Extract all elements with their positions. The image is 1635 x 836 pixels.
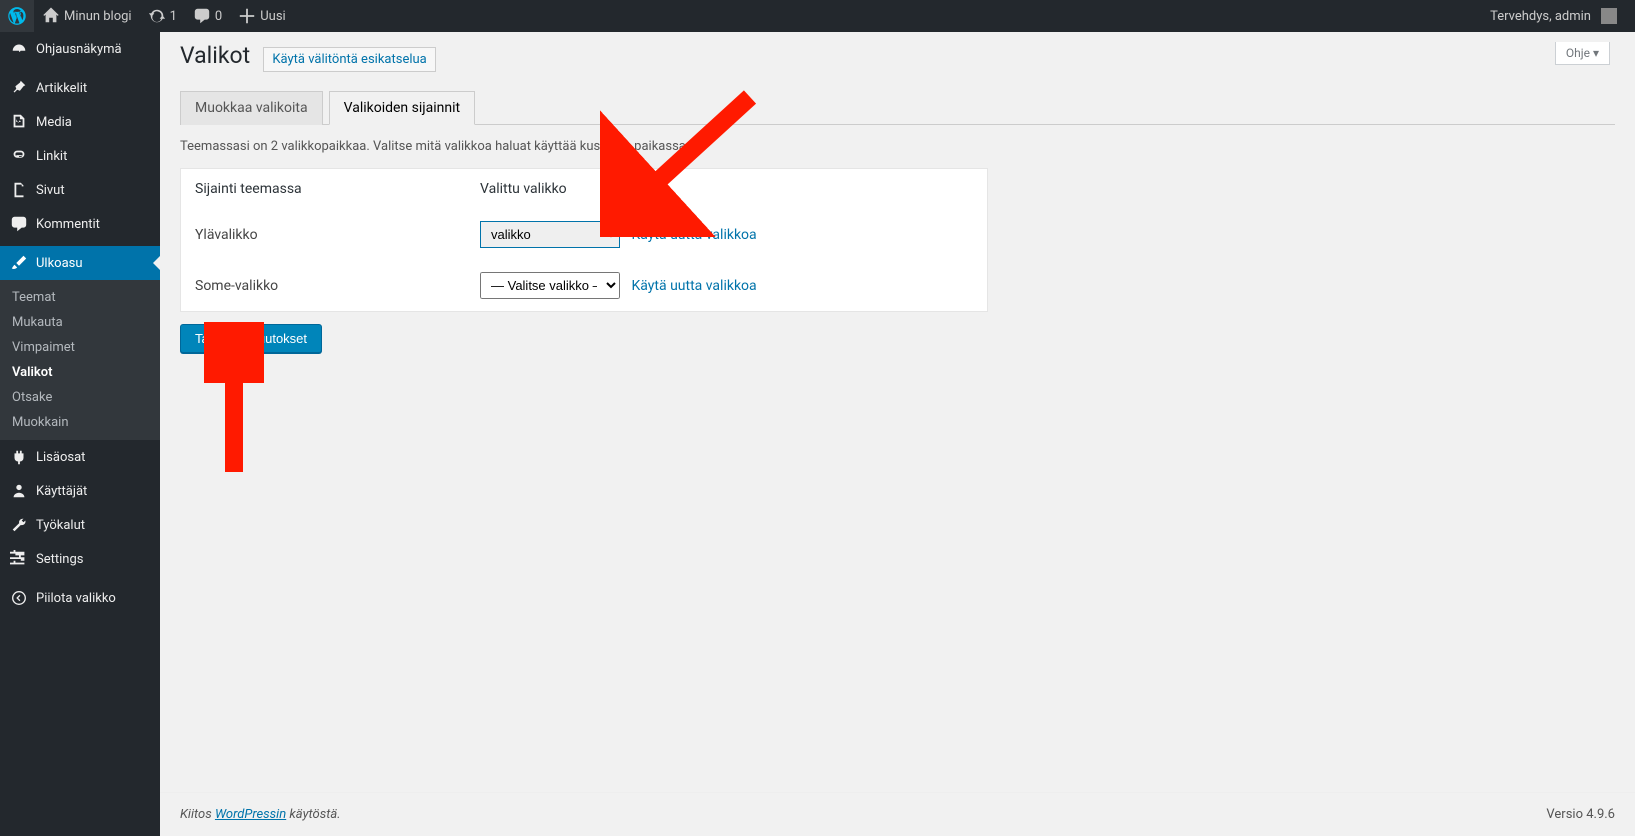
page-title: Valikot <box>180 42 250 69</box>
menu-tools[interactable]: Työkalut <box>0 508 160 542</box>
pin-icon <box>10 79 28 97</box>
submenu-header[interactable]: Otsake <box>0 385 160 410</box>
menu-label: Ulkoasu <box>36 256 83 271</box>
comments-link[interactable]: 0 <box>185 0 230 32</box>
use-new-menu-link[interactable]: Käytä uutta valikkoa <box>631 278 756 294</box>
admin-footer: Kiitos WordPressin käytöstä. Versio 4.9.… <box>160 792 1635 836</box>
new-content-link[interactable]: Uusi <box>230 0 293 32</box>
submenu-appearance: Teemat Mukauta Vimpaimet Valikot Otsake … <box>0 280 160 440</box>
menu-label: Sivut <box>36 183 65 198</box>
table-row: Ylävalikko valikko Käytä uutta valikkoa <box>181 209 987 260</box>
description-text: Teemassasi on 2 valikkopaikkaa. Valitse … <box>180 139 1615 154</box>
submenu-widgets[interactable]: Vimpaimet <box>0 335 160 360</box>
wp-logo[interactable] <box>0 0 34 32</box>
menu-settings[interactable]: Settings <box>0 542 160 576</box>
submenu-editor[interactable]: Muokkain <box>0 410 160 435</box>
menu-comments[interactable]: Kommentit <box>0 207 160 241</box>
menu-collapse[interactable]: Piilota valikko <box>0 581 160 615</box>
content-area: Ohje ▾ Valikot Käytä välitöntä esikatsel… <box>160 0 1635 836</box>
menu-label: Kommentit <box>36 217 100 232</box>
dashboard-icon <box>10 40 28 58</box>
comments-count: 0 <box>215 9 222 24</box>
collapse-icon <box>10 589 28 607</box>
footer-suffix: käytöstä. <box>286 807 340 822</box>
submenu-customize[interactable]: Mukauta <box>0 310 160 335</box>
site-name-link[interactable]: Minun blogi <box>34 0 140 32</box>
avatar <box>1601 8 1617 24</box>
location-label: Ylävalikko <box>181 209 466 260</box>
new-label: Uusi <box>260 9 285 24</box>
menu-pages[interactable]: Sivut <box>0 173 160 207</box>
submenu-menus[interactable]: Valikot <box>0 360 160 385</box>
menu-select-top[interactable]: valikko <box>480 221 620 248</box>
menu-label: Käyttäjät <box>36 484 87 499</box>
footer-prefix: Kiitos <box>180 807 215 822</box>
use-new-menu-link[interactable]: Käytä uutta valikkoa <box>631 227 756 243</box>
location-label: Some-valikko <box>181 260 466 311</box>
table-row: Some-valikko — Valitse valikko — Käytä u… <box>181 260 987 311</box>
nav-tabs: Muokkaa valikoita Valikoiden sijainnit <box>180 90 1615 125</box>
menu-users[interactable]: Käyttäjät <box>0 474 160 508</box>
table-header-location: Sijainti teemassa <box>181 169 466 209</box>
plus-icon <box>238 7 256 25</box>
submenu-themes[interactable]: Teemat <box>0 285 160 310</box>
menu-label: Lisäosat <box>36 450 85 465</box>
admin-toolbar: Minun blogi 1 0 Uusi Tervehdys, admin <box>0 0 1635 32</box>
home-icon <box>42 7 60 25</box>
site-name: Minun blogi <box>64 9 132 24</box>
media-icon <box>10 113 28 131</box>
menu-plugins[interactable]: Lisäosat <box>0 440 160 474</box>
menu-select-social[interactable]: — Valitse valikko — <box>480 272 620 299</box>
plug-icon <box>10 448 28 466</box>
tab-menu-locations[interactable]: Valikoiden sijainnit <box>329 91 475 125</box>
page-icon <box>10 181 28 199</box>
updates-link[interactable]: 1 <box>140 0 185 32</box>
brush-icon <box>10 254 28 272</box>
menu-posts[interactable]: Artikkelit <box>0 71 160 105</box>
update-icon <box>148 7 166 25</box>
menu-label: Piilota valikko <box>36 591 116 606</box>
user-icon <box>10 482 28 500</box>
save-button[interactable]: Tallenna muutokset <box>180 324 322 353</box>
greeting-text: Tervehdys, admin <box>1490 9 1591 24</box>
menu-label: Linkit <box>36 149 67 164</box>
tab-edit-menus[interactable]: Muokkaa valikoita <box>180 91 323 125</box>
wordpress-icon <box>8 7 26 25</box>
menu-links[interactable]: Linkit <box>0 139 160 173</box>
menu-appearance[interactable]: Ulkoasu <box>0 246 160 280</box>
menu-locations-table: Sijainti teemassa Valittu valikko Yläval… <box>180 168 988 312</box>
help-tab[interactable]: Ohje ▾ <box>1555 42 1610 65</box>
menu-label: Työkalut <box>36 518 85 533</box>
version-text: Versio 4.9.6 <box>1546 807 1615 822</box>
chevron-down-icon: ▾ <box>1593 46 1599 60</box>
menu-media[interactable]: Media <box>0 105 160 139</box>
admin-sidebar: Ohjausnäkymä Artikkelit Media Linkit Siv… <box>0 32 160 836</box>
menu-dashboard[interactable]: Ohjausnäkymä <box>0 32 160 66</box>
help-label: Ohje <box>1566 46 1590 60</box>
menu-label: Artikkelit <box>36 81 87 96</box>
comment-icon <box>193 7 211 25</box>
table-header-menu: Valittu valikko <box>466 169 987 209</box>
menu-label: Ohjausnäkymä <box>36 42 122 57</box>
updates-count: 1 <box>170 9 177 24</box>
live-preview-button[interactable]: Käytä välitöntä esikatselua <box>263 47 435 72</box>
sliders-icon <box>10 550 28 568</box>
menu-label: Settings <box>36 552 83 567</box>
link-icon <box>10 147 28 165</box>
footer-wp-link[interactable]: WordPressin <box>215 807 286 822</box>
menu-label: Media <box>36 115 72 130</box>
wrench-icon <box>10 516 28 534</box>
comment-icon <box>10 215 28 233</box>
account-link[interactable]: Tervehdys, admin <box>1482 0 1625 32</box>
